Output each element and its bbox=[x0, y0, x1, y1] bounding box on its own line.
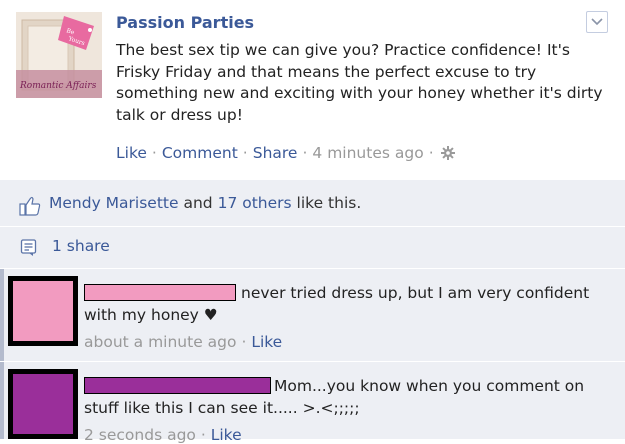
comment-text: Mom...you know when you comment on stuff… bbox=[84, 377, 585, 417]
comment-left-border bbox=[0, 269, 4, 361]
chevron-down-icon bbox=[591, 18, 603, 26]
post-actions: Like · Comment · Share · 4 minutes ago · bbox=[116, 144, 455, 162]
separator-dot: · bbox=[302, 144, 308, 162]
page-thumbnail[interactable]: Be Yours Romantic Affairs bbox=[16, 12, 102, 98]
comment-left-border bbox=[0, 362, 4, 439]
thumbnail-logo-text: Romantic Affairs bbox=[19, 81, 97, 91]
comment-text: never tried dress up, but I am very conf… bbox=[84, 284, 590, 324]
comment-meta: about a minute ago · Like bbox=[84, 333, 282, 351]
comment-timestamp[interactable]: 2 seconds ago bbox=[84, 426, 196, 444]
post: Be Yours Romantic Affairs Passion Partie… bbox=[0, 0, 625, 176]
comment-timestamp[interactable]: about a minute ago bbox=[84, 333, 237, 351]
share-icon bbox=[20, 239, 37, 256]
like-link[interactable]: Like bbox=[116, 144, 147, 162]
likes-summary: Mendy Marisette and 17 others like this. bbox=[49, 194, 361, 212]
comment-meta: 2 seconds ago · Like bbox=[84, 426, 242, 444]
separator-dot: · bbox=[200, 426, 206, 444]
share-link[interactable]: Share bbox=[253, 144, 298, 162]
page-name-link[interactable]: Passion Parties bbox=[116, 13, 254, 32]
likes-suffix: like this. bbox=[296, 194, 362, 212]
gear-icon[interactable] bbox=[440, 146, 455, 160]
comment-link[interactable]: Comment bbox=[162, 144, 238, 162]
separator-dot: · bbox=[242, 144, 248, 162]
post-timestamp[interactable]: 4 minutes ago bbox=[312, 144, 423, 162]
commenter-avatar[interactable] bbox=[8, 276, 78, 346]
post-body: The best sex tip we can give you? Practi… bbox=[116, 41, 603, 124]
likes-and-text: and bbox=[183, 194, 213, 212]
others-link[interactable]: 17 others bbox=[218, 194, 292, 212]
comment-item: Mom...you know when you comment on stuff… bbox=[0, 362, 625, 444]
comment-item: never tried dress up, but I am very conf… bbox=[0, 269, 625, 361]
separator-dot: · bbox=[241, 333, 247, 351]
shares-link[interactable]: 1 share bbox=[52, 237, 110, 255]
comment-like-link[interactable]: Like bbox=[251, 333, 282, 351]
comment-like-link[interactable]: Like bbox=[211, 426, 242, 444]
separator-dot: · bbox=[428, 144, 434, 162]
commenter-avatar[interactable] bbox=[8, 369, 78, 439]
thumbs-up-icon bbox=[19, 196, 41, 216]
liker-name-link[interactable]: Mendy Marisette bbox=[49, 194, 179, 212]
post-menu-button[interactable] bbox=[586, 11, 608, 33]
separator-dot: · bbox=[151, 144, 157, 162]
